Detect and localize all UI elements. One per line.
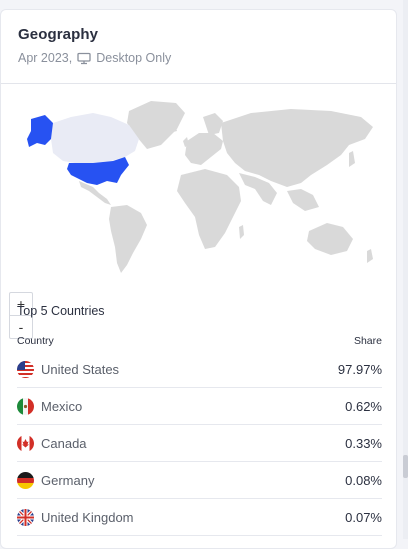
- map-region-new-zealand: [367, 249, 373, 263]
- table-row: United Kingdom 0.07%: [17, 499, 382, 536]
- page-scrollbar[interactable]: [403, 0, 408, 539]
- map-region-australia: [307, 223, 353, 255]
- table-row: Germany 0.08%: [17, 462, 382, 499]
- table-row: Mexico 0.62%: [17, 388, 382, 425]
- country-share: 0.33%: [345, 435, 382, 451]
- map-region-africa: [177, 169, 241, 249]
- map-region-alaska: [27, 115, 53, 147]
- country-share: 0.62%: [345, 398, 382, 414]
- map-region-canada: [51, 113, 139, 163]
- date-label: Apr 2023,: [18, 51, 73, 65]
- map-region-scandinavia: [203, 113, 223, 135]
- map-region-mexico: [79, 181, 111, 205]
- col-country-header: Country: [17, 335, 54, 347]
- map-region-madagascar: [239, 225, 244, 239]
- uk-flag-icon: [17, 508, 34, 526]
- mx-flag-icon: [17, 397, 34, 415]
- map-region-southeast-asia: [287, 189, 319, 211]
- map-region-south-america: [109, 205, 147, 273]
- map-region-japan: [349, 151, 355, 167]
- de-flag-icon: [17, 471, 34, 489]
- card-header: Geography Apr 2023, Desktop Only: [18, 26, 171, 65]
- country-name: United States: [41, 361, 120, 377]
- table-row: United States 97.97%: [17, 351, 382, 388]
- scrollbar-thumb[interactable]: [403, 455, 408, 478]
- device-label: Desktop Only: [96, 51, 172, 65]
- us-flag-icon: [17, 360, 34, 378]
- country-share: 0.07%: [345, 509, 382, 525]
- card-title: Geography: [18, 26, 99, 43]
- card-subtitle: Apr 2023, Desktop Only: [18, 51, 171, 65]
- country-share: 97.97%: [337, 361, 382, 377]
- monitor-icon: [77, 52, 91, 65]
- table-row: Canada 0.33%: [17, 425, 382, 462]
- country-name: Canada: [41, 435, 87, 451]
- top-countries-heading: Top 5 Countries: [17, 304, 105, 318]
- country-name: Germany: [41, 472, 95, 488]
- country-name: United Kingdom: [41, 509, 134, 525]
- country-name: Mexico: [41, 398, 83, 414]
- country-share: 0.08%: [345, 472, 382, 488]
- world-map[interactable]: + -: [1, 83, 396, 339]
- geography-card: Geography Apr 2023, Desktop Only + - Top…: [0, 9, 397, 549]
- table-header: Country Share: [17, 335, 382, 351]
- map-region-europe: [185, 133, 223, 165]
- countries-table: Country Share United States 97.97% Mexic…: [17, 335, 382, 536]
- col-share-header: Share: [353, 335, 382, 347]
- ca-flag-icon: [17, 434, 34, 452]
